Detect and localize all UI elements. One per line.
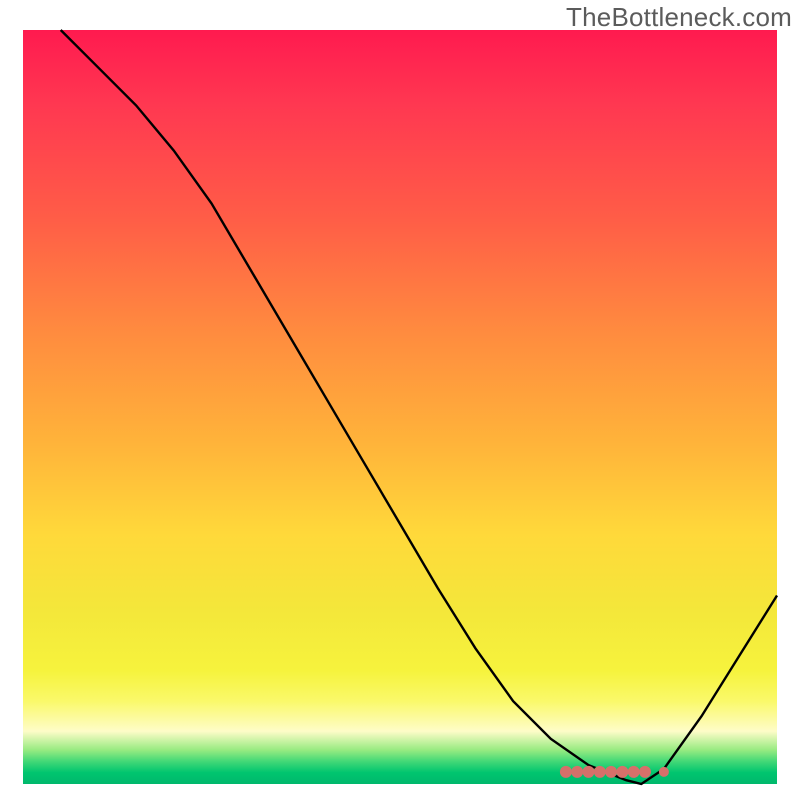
watermark-text: TheBottleneck.com xyxy=(566,2,792,33)
min-dot xyxy=(628,766,640,778)
min-dot xyxy=(616,766,628,778)
min-dot xyxy=(583,766,595,778)
min-dot xyxy=(560,766,572,778)
chart-line xyxy=(61,30,777,784)
min-dot xyxy=(594,766,606,778)
min-dot xyxy=(571,766,583,778)
min-dot xyxy=(605,766,617,778)
plot-area xyxy=(23,30,777,784)
min-dot xyxy=(659,767,669,777)
min-dot xyxy=(639,766,651,778)
chart-container: TheBottleneck.com xyxy=(0,0,800,800)
chart-svg xyxy=(23,30,777,784)
